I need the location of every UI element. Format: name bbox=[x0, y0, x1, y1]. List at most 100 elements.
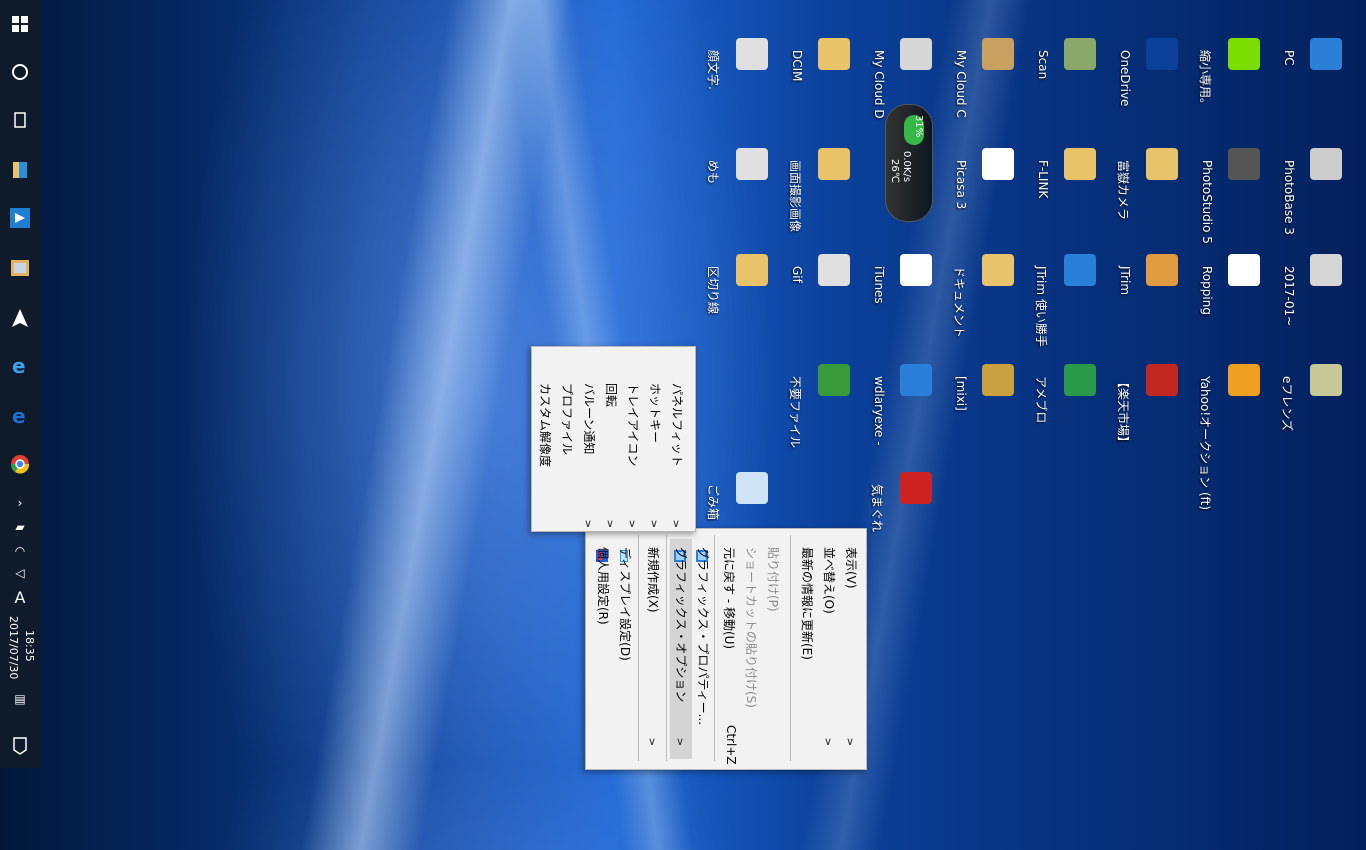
desktop-icon[interactable]: PhotoBase 3 bbox=[1282, 146, 1344, 235]
desktop-icon[interactable]: Ropping bbox=[1200, 252, 1262, 332]
ime-indicator[interactable]: A bbox=[8, 588, 32, 607]
desktop-icon[interactable]: 区切り線 bbox=[706, 252, 770, 332]
desktop-icon-label: 【楽天市場】 bbox=[1116, 376, 1130, 449]
file-explorer-button[interactable] bbox=[4, 154, 36, 186]
submenu-item-label: 回転 bbox=[604, 383, 618, 408]
menu-separator bbox=[638, 535, 639, 761]
desktop-icon-label: Scan bbox=[1036, 50, 1050, 80]
desktop-icon[interactable]: アメブロ bbox=[1034, 362, 1098, 442]
submenu-item-tray-icon[interactable]: トレイアイコン bbox=[622, 353, 644, 523]
desktop-icon[interactable]: Yahoo!オークション (ft) bbox=[1198, 362, 1262, 510]
chevron-down-icon bbox=[650, 517, 660, 527]
desktop-icon[interactable]: iTunes bbox=[872, 252, 934, 332]
desktop-icon-label: アメブロ bbox=[1034, 376, 1048, 424]
desktop-icon[interactable]: eフレンズ bbox=[1280, 362, 1344, 442]
taskbar-app-button[interactable] bbox=[4, 302, 36, 334]
menu-item-paste[interactable]: 貼り付け(P) bbox=[762, 539, 784, 759]
action-center-button[interactable] bbox=[4, 730, 36, 762]
desktop-icon[interactable]: 富嶽カメラ bbox=[1116, 146, 1180, 226]
submenu-item-rotation[interactable]: 回転 bbox=[600, 353, 622, 523]
desktop-icon-label: 顔文字. bbox=[706, 50, 720, 90]
tray-app-button[interactable]: ▰ bbox=[8, 518, 32, 536]
submenu-item-label: ホットキー bbox=[648, 383, 662, 444]
folder-icon bbox=[818, 38, 850, 70]
desktop-icon[interactable]: 2017-01~ bbox=[1282, 252, 1344, 332]
desktop-icon-label: 画面撮影画像 bbox=[788, 160, 802, 233]
desktop-icon[interactable]: Scan bbox=[1036, 36, 1098, 116]
wifi-icon: ◠ bbox=[14, 544, 26, 558]
desktop-icon[interactable]: 縮小専用。 bbox=[1198, 36, 1262, 116]
desktop-icon-label: JTrim bbox=[1118, 266, 1132, 296]
taskbar-app-button[interactable] bbox=[4, 202, 36, 234]
menu-item-view[interactable]: 表示(V) bbox=[840, 539, 862, 759]
menu-item-refresh[interactable]: 最新の情報に更新(E) bbox=[796, 539, 818, 759]
tray-app-icon: ▰ bbox=[15, 520, 25, 534]
submenu-item-hotkey[interactable]: ホットキー bbox=[644, 353, 666, 523]
menu-item-sort[interactable]: 並べ替え(O) bbox=[818, 539, 840, 759]
start-button[interactable] bbox=[4, 8, 36, 40]
desktop-icon[interactable]: JTrim 使い勝手 bbox=[1034, 252, 1098, 347]
network-speed: 0.0K/s bbox=[901, 151, 912, 183]
submenu-item-balloon[interactable]: バルーン通知 bbox=[578, 353, 600, 523]
yahoo-auction-icon bbox=[1228, 364, 1260, 396]
desktop-icon[interactable]: ドキュメント bbox=[952, 252, 1016, 338]
desktop-icon[interactable]: F-LINK bbox=[1036, 146, 1098, 226]
desktop-icon[interactable]: 気まぐれ bbox=[870, 470, 934, 550]
desktop-icon[interactable]: Gif bbox=[790, 252, 852, 332]
tray-app-button[interactable]: ▤ bbox=[8, 690, 32, 708]
system-monitor-gadget[interactable]: 31% 0.0K/s 26℃ bbox=[885, 104, 933, 222]
photobase-icon bbox=[1310, 148, 1342, 180]
taskbar-app-button[interactable] bbox=[4, 252, 36, 284]
taskbar-app-button[interactable]: e bbox=[4, 400, 36, 432]
desktop-icon[interactable]: OneDrive bbox=[1118, 36, 1180, 116]
menu-item-display-settings[interactable]: ディスプレイ設定(D) bbox=[614, 539, 636, 759]
memo-icon bbox=[736, 148, 768, 180]
folder-icon bbox=[13, 162, 27, 178]
menu-item-label: グラフィックス・プロパティー... bbox=[696, 547, 710, 726]
desktop-icon[interactable]: 画面撮影画像 bbox=[788, 146, 852, 232]
desktop-icon-label: 不要ファイル bbox=[788, 376, 802, 449]
wd-icon bbox=[900, 364, 932, 396]
menu-item-undo-move[interactable]: 元に戻す - 移動(U) Ctrl+Z bbox=[718, 539, 740, 765]
desktop-icon[interactable]: 顔文字. bbox=[706, 36, 770, 116]
submenu-item-panel-fit[interactable]: パネルフィット bbox=[666, 353, 688, 523]
menu-item-personalize[interactable]: 個人用設定(R) bbox=[592, 539, 614, 759]
volume-button[interactable]: ◁ bbox=[8, 564, 32, 582]
network-button[interactable]: ◠ bbox=[8, 542, 32, 560]
desktop-icon[interactable]: JTrim bbox=[1118, 252, 1180, 332]
menu-item-new[interactable]: 新規作成(X) bbox=[642, 539, 664, 759]
desktop-icon[interactable]: 【楽天市場】 bbox=[1116, 362, 1180, 448]
menu-item-graphics-options[interactable]: グラフィックス・オプション bbox=[670, 539, 692, 759]
jtrim-icon bbox=[1146, 254, 1178, 286]
menu-item-paste-shortcut[interactable]: ショートカットの貼り付け(S) bbox=[740, 539, 762, 759]
onedrive-icon bbox=[1146, 38, 1178, 70]
desktop-icon[interactable]: PC bbox=[1282, 36, 1344, 116]
menu-item-label: ショートカットの貼り付け(S) bbox=[744, 547, 758, 708]
cortana-button[interactable] bbox=[4, 56, 36, 88]
windows-logo-icon bbox=[12, 16, 28, 32]
submenu-item-label: パネルフィット bbox=[670, 383, 684, 467]
show-hidden-icons-button[interactable]: › bbox=[8, 494, 32, 512]
submenu-item-custom-resolution[interactable]: カスタム解像度 bbox=[534, 353, 556, 523]
photostudio-icon bbox=[1228, 148, 1260, 180]
desktop-icon[interactable]: My Cloud C bbox=[954, 36, 1016, 118]
taskbar-app-button[interactable] bbox=[4, 448, 36, 480]
desktop-icon[interactable]: 不要ファイル bbox=[788, 362, 852, 448]
desktop-icon[interactable]: wdlaryexe - bbox=[872, 362, 934, 446]
desktop-icon[interactable]: DCIM bbox=[790, 36, 852, 116]
clock[interactable]: 18:35 2017/07/30 bbox=[2, 616, 38, 688]
desktop-icon[interactable]: めも bbox=[706, 146, 770, 226]
menu-item-graphics-properties[interactable]: グラフィックス・プロパティー... bbox=[692, 539, 714, 759]
task-view-button[interactable] bbox=[4, 104, 36, 136]
chevron-down-icon bbox=[824, 735, 834, 745]
submenu-item-profile[interactable]: プロファイル bbox=[556, 353, 578, 523]
chevron-down-icon bbox=[846, 735, 856, 745]
cortana-circle-icon bbox=[12, 64, 28, 80]
taskbar-app-button[interactable]: e bbox=[4, 350, 36, 382]
desktop-icon[interactable]: [mixi] bbox=[954, 362, 1016, 442]
desktop-icon[interactable]: PhotoStudio 5 bbox=[1200, 146, 1262, 244]
desktop-icon[interactable]: Picasa 3 bbox=[954, 146, 1016, 226]
chevron-down-icon bbox=[672, 517, 682, 527]
menu-separator bbox=[714, 535, 715, 761]
desktop-context-menu: 表示(V) 並べ替え(O) 最新の情報に更新(E) 貼り付け(P) ショートカッ… bbox=[585, 528, 867, 770]
